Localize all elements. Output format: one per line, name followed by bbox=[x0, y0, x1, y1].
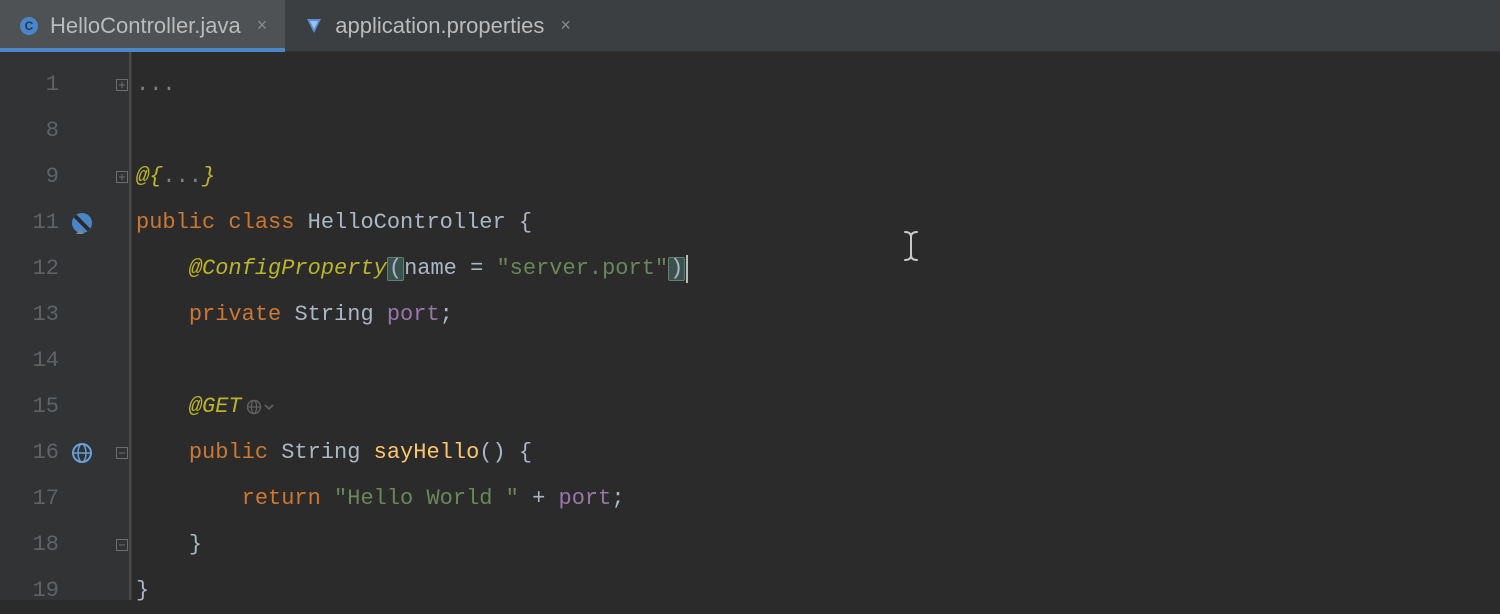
tab-label: HelloController.java bbox=[50, 13, 241, 39]
code-line[interactable]: @ConfigProperty(name = "server.port") bbox=[132, 246, 1500, 292]
code-line[interactable]: @{...} bbox=[132, 154, 1500, 200]
code-line[interactable]: @GET bbox=[132, 384, 1500, 430]
svg-text:C: C bbox=[25, 19, 34, 33]
code-line[interactable]: } bbox=[132, 522, 1500, 568]
line-number[interactable]: 9 bbox=[0, 154, 131, 200]
gutter: 1 8 9 11 12 13 14 15 16 bbox=[0, 52, 132, 600]
line-number[interactable]: 1 bbox=[0, 62, 131, 108]
close-icon[interactable]: × bbox=[560, 15, 571, 36]
line-number[interactable]: 16 bbox=[0, 430, 131, 476]
tab-label: application.properties bbox=[335, 13, 544, 39]
code-line[interactable] bbox=[132, 108, 1500, 154]
line-number[interactable]: 19 bbox=[0, 568, 131, 614]
line-number[interactable]: 12 bbox=[0, 246, 131, 292]
tab-bar: C HelloController.java × application.pro… bbox=[0, 0, 1500, 52]
line-number[interactable]: 15 bbox=[0, 384, 131, 430]
code-line[interactable]: private String port; bbox=[132, 292, 1500, 338]
fold-end-icon[interactable] bbox=[115, 538, 129, 552]
line-number[interactable]: 18 bbox=[0, 522, 131, 568]
code-line[interactable]: public String sayHello() { bbox=[132, 430, 1500, 476]
line-number[interactable]: 8 bbox=[0, 108, 131, 154]
fold-expand-icon[interactable] bbox=[115, 78, 129, 92]
override-icon[interactable] bbox=[69, 210, 95, 236]
web-method-icon[interactable] bbox=[69, 440, 95, 466]
text-caret bbox=[686, 255, 688, 283]
code-line[interactable]: } bbox=[132, 568, 1500, 614]
fold-expand-icon[interactable] bbox=[115, 170, 129, 184]
editor: 1 8 9 11 12 13 14 15 16 bbox=[0, 52, 1500, 600]
properties-icon bbox=[303, 15, 325, 37]
line-number[interactable]: 11 bbox=[0, 200, 131, 246]
ibeam-cursor-icon bbox=[902, 230, 920, 270]
code-line[interactable]: return "Hello World " + port; bbox=[132, 476, 1500, 522]
code-line[interactable]: public class HelloController { bbox=[132, 200, 1500, 246]
code-line[interactable]: ... bbox=[132, 62, 1500, 108]
code-line[interactable] bbox=[132, 338, 1500, 384]
url-mapping-inlay[interactable] bbox=[246, 399, 274, 415]
code-area[interactable]: ... @{...} public class HelloController … bbox=[132, 52, 1500, 600]
close-icon[interactable]: × bbox=[257, 15, 268, 36]
line-number[interactable]: 14 bbox=[0, 338, 131, 384]
tab-hellocontroller[interactable]: C HelloController.java × bbox=[0, 0, 285, 51]
fold-collapse-icon[interactable] bbox=[115, 446, 129, 460]
line-number[interactable]: 13 bbox=[0, 292, 131, 338]
class-icon: C bbox=[18, 15, 40, 37]
tab-application-properties[interactable]: application.properties × bbox=[285, 0, 589, 51]
line-number[interactable]: 17 bbox=[0, 476, 131, 522]
